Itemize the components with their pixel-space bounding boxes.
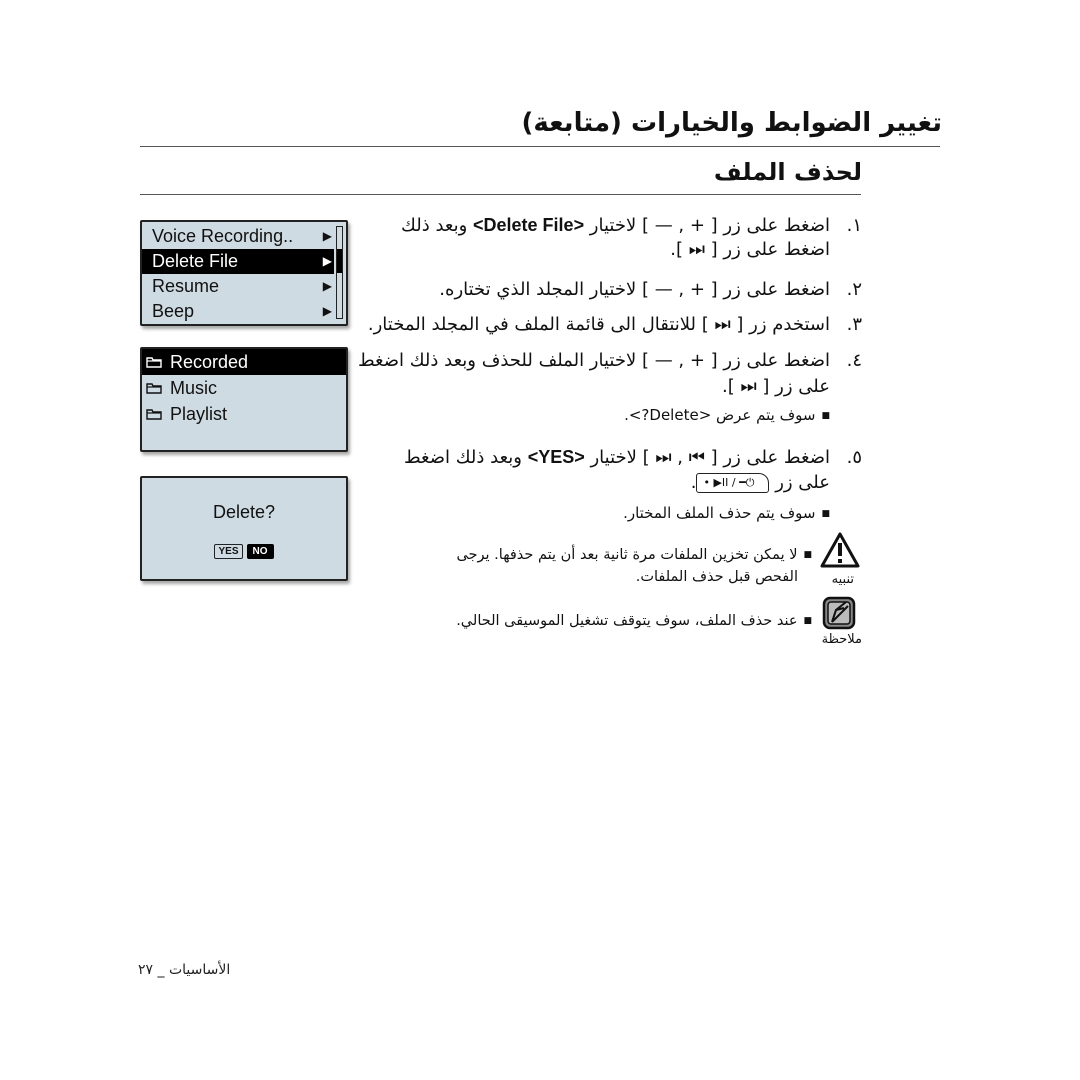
folder-label: Recorded (170, 352, 249, 372)
step-number: ١. (846, 215, 862, 236)
step-5: ٥. اضغط على زر [ ⏮ , ⏭ ] لاختيار <YES> وب… (404, 444, 862, 471)
step-number: ٢. (846, 279, 862, 300)
menu-key-label: <YES> (527, 447, 585, 467)
warning-text: لا يمكن تخزين الملفات مرة ثانية بعد أن ي… (456, 547, 798, 563)
step-4-bullet: ■ سوف يتم عرض <Delete?>. (624, 406, 830, 424)
no-button: NO (246, 544, 274, 559)
delete-dialog-screen: Delete? YES NO (140, 476, 348, 581)
yes-button: YES (214, 544, 243, 559)
warning-triangle-icon (820, 532, 860, 568)
bullet-text: سوف يتم عرض <Delete?>. (624, 406, 816, 424)
folder-screen: Recorded Music Playlist (140, 347, 348, 452)
step-4-line-2: على زر [ ⏭ ]. (722, 376, 830, 397)
step-4: ٤. اضغط على زر [ + , — ] لاختيار الملف لل… (358, 348, 862, 374)
footer-separator: _ (153, 962, 165, 978)
page-number: ٢٧ (138, 962, 154, 978)
menu-item-label: Delete File (152, 251, 239, 271)
step-1-line-2: اضغط على زر [ ⏭ ]. (670, 239, 830, 260)
page-footer: الأساسيات _ ٢٧ (138, 962, 230, 978)
step-5-bullet: ■ سوف يتم حذف الملف المختار. (623, 504, 830, 522)
folder-label: Music (170, 378, 218, 398)
step-text: وبعد ذلك اضغط (403, 447, 528, 468)
warning-text-line-2: الفحص قبل حذف الملفات. (635, 569, 798, 585)
folder-icon (146, 383, 162, 394)
folder-item-music: Music (142, 375, 346, 401)
note-text: ■ عند حذف الملف، سوف يتوقف تشغيل الموسيقى… (456, 610, 812, 632)
menu-key-label: <Delete File> (473, 215, 585, 235)
step-text: اضغط على زر [ + , — ] لاختيار (584, 215, 830, 236)
folder-icon (146, 357, 162, 368)
bullet-icon: ■ (803, 550, 812, 560)
scrollbar-thumb (337, 249, 342, 273)
section-title: لحذف الملف (713, 158, 862, 186)
folder-item-recorded: Recorded (142, 349, 346, 375)
menu-item-delete-file: Delete File ▶ (142, 249, 334, 274)
bullet-text: سوف يتم حذف الملف المختار. (623, 504, 816, 522)
arrow-right-icon: ▶ (322, 254, 332, 268)
menu-item-beep: Beep ▶ (142, 299, 334, 324)
step-2: ٢. اضغط على زر [ + , — ] لاختيار المجلد ا… (439, 277, 862, 303)
section-divider (140, 194, 861, 195)
bullet-icon: ■ (821, 508, 830, 519)
step-1: ١. اضغط على زر [ + , — ] لاختيار <Delete … (401, 212, 862, 239)
pen-note-icon (822, 596, 856, 630)
arrow-right-icon: ▶ (322, 229, 332, 243)
menu-item-resume: Resume ▶ (142, 274, 334, 299)
step-number: ٥. (846, 447, 862, 468)
warning-text-line-1: ■ لا يمكن تخزين الملفات مرة ثانية بعد أن … (456, 544, 812, 566)
play-pause-power-button-icon: • ▶II / ━⏻ (696, 473, 770, 493)
note-label: ملاحظة (821, 632, 862, 647)
page-title: تغيير الضوابط والخيارات (متابعة) (521, 108, 942, 138)
step-text: استخدم زر [ ⏭ ] للانتقال الى قائمة الملف… (367, 314, 830, 335)
step-text: وبعد ذلك (401, 215, 473, 236)
folder-icon (146, 409, 162, 420)
step-text: على زر (775, 472, 830, 493)
step-text: اضغط على زر [ + , — ] لاختيار المجلد الذ… (439, 279, 830, 300)
arrow-right-icon: ▶ (322, 279, 332, 293)
menu-item-voice-recording: Voice Recording.. ▶ (142, 224, 334, 249)
step-5-line-2: على زر • ▶II / ━⏻. (691, 470, 862, 496)
title-divider (140, 146, 940, 147)
menu-item-label: Voice Recording.. (152, 226, 294, 246)
arrow-right-icon: ▶ (322, 304, 332, 318)
folder-label: Playlist (170, 404, 228, 424)
scrollbar (336, 226, 343, 319)
warning-label: تنبيه (831, 572, 854, 587)
bullet-icon: ■ (821, 410, 830, 421)
menu-item-label: Resume (152, 276, 220, 296)
menu-item-label: Beep (152, 301, 195, 321)
step-text: اضغط على زر [ ⏮ , ⏭ ] لاختيار (584, 447, 830, 468)
step-number: ٤. (846, 350, 862, 371)
bullet-icon: ■ (803, 616, 812, 626)
dialog-prompt: Delete? (212, 502, 276, 522)
note-text-content: عند حذف الملف، سوف يتوقف تشغيل الموسيقى … (456, 613, 798, 629)
footer-section: الأساسيات (168, 962, 231, 978)
step-3: ٣. استخدم زر [ ⏭ ] للانتقال الى قائمة الم… (368, 312, 862, 338)
menu-screen: Voice Recording.. ▶ Delete File ▶ Resume… (140, 220, 348, 326)
step-text: اضغط على زر [ + , — ] لاختيار الملف للحذ… (357, 350, 830, 371)
folder-item-playlist: Playlist (142, 401, 346, 427)
step-number: ٣. (846, 314, 862, 335)
